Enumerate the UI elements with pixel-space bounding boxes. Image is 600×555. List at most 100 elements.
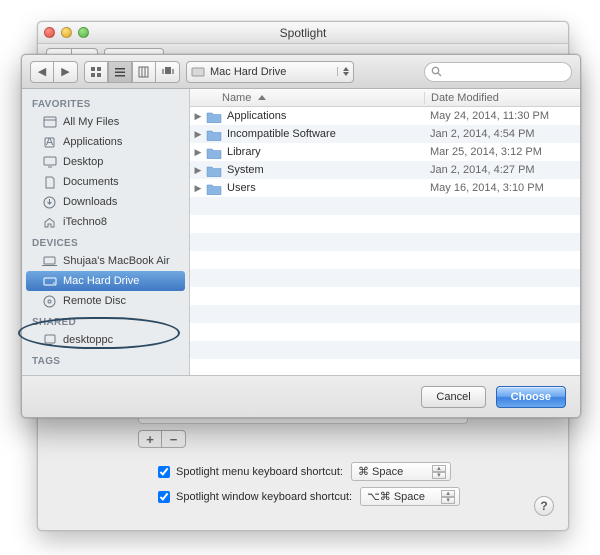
laptop-icon bbox=[42, 254, 57, 269]
sidebar-item-all-my-files[interactable]: All My Files bbox=[26, 112, 185, 132]
help-button[interactable]: ? bbox=[534, 496, 554, 516]
table-row[interactable]: ▶ UsersMay 16, 2014, 3:10 PM bbox=[190, 179, 580, 197]
file-date: May 16, 2014, 3:10 PM bbox=[424, 182, 580, 194]
table-row bbox=[190, 341, 580, 359]
remove-button[interactable]: − bbox=[162, 430, 186, 448]
table-row bbox=[190, 323, 580, 341]
search-input[interactable] bbox=[424, 62, 572, 82]
sidebar-header: FAVORITES bbox=[22, 93, 189, 112]
sidebar-header: DEVICES bbox=[22, 232, 189, 251]
file-date: Jan 2, 2014, 4:27 PM bbox=[424, 164, 580, 176]
disclosure-icon[interactable]: ▶ bbox=[190, 165, 206, 176]
shortcut-menu-checkbox[interactable] bbox=[158, 466, 170, 478]
folder-icon bbox=[206, 146, 222, 159]
back-button[interactable]: ◀ bbox=[30, 61, 54, 83]
table-row[interactable]: ▶ ApplicationsMay 24, 2014, 11:30 PM bbox=[190, 107, 580, 125]
disclosure-icon[interactable]: ▶ bbox=[190, 147, 206, 158]
sidebar: FAVORITESAll My Files A Applications Deskto… bbox=[22, 89, 190, 375]
downloads-icon bbox=[42, 195, 57, 210]
pc-icon bbox=[42, 333, 57, 348]
add-remove-seg: + − bbox=[138, 430, 538, 448]
sidebar-item-label: Applications bbox=[63, 136, 122, 148]
table-row bbox=[190, 251, 580, 269]
coverflow-view-button[interactable] bbox=[156, 61, 180, 83]
forward-button[interactable]: ▶ bbox=[54, 61, 78, 83]
file-date: May 24, 2014, 11:30 PM bbox=[424, 110, 580, 122]
all-files-icon bbox=[42, 115, 57, 130]
svg-text:A: A bbox=[46, 136, 54, 148]
sidebar-item-label: Mac Hard Drive bbox=[63, 275, 139, 287]
sidebar-item-mac-hard-drive[interactable]: Mac Hard Drive bbox=[26, 271, 185, 291]
shortcut-menu-field[interactable]: ⌘ Space ▴▾ bbox=[351, 462, 451, 481]
shortcut-window-field[interactable]: ⌥⌘ Space ▴▾ bbox=[360, 487, 460, 506]
shortcut-window-label: Spotlight window keyboard shortcut: bbox=[176, 491, 352, 503]
column-view-button[interactable] bbox=[132, 61, 156, 83]
sidebar-item-itechno8[interactable]: iTechno8 bbox=[26, 212, 185, 232]
table-row[interactable]: ▶ SystemJan 2, 2014, 4:27 PM bbox=[190, 161, 580, 179]
sidebar-item-label: Remote Disc bbox=[63, 295, 126, 307]
cancel-button[interactable]: Cancel bbox=[421, 386, 485, 408]
sidebar-item-documents[interactable]: Documents bbox=[26, 172, 185, 192]
stepper-icon: ▴▾ bbox=[441, 490, 455, 504]
sidebar-item-label: Shujaa's MacBook Air bbox=[63, 255, 170, 267]
shortcut-window-value: ⌥⌘ Space bbox=[367, 490, 425, 503]
sidebar-item-label: Documents bbox=[63, 176, 119, 188]
table-row bbox=[190, 359, 580, 375]
add-button[interactable]: + bbox=[138, 430, 162, 448]
table-row[interactable]: ▶Incompatible SoftwareJan 2, 2014, 4:54 … bbox=[190, 125, 580, 143]
column-date[interactable]: Date Modified bbox=[424, 92, 580, 104]
search-icon bbox=[431, 66, 442, 77]
choose-button[interactable]: Choose bbox=[496, 386, 566, 408]
sidebar-item-label: iTechno8 bbox=[63, 216, 107, 228]
folder-icon bbox=[206, 128, 222, 141]
table-row[interactable]: ▶LibraryMar 25, 2014, 3:12 PM bbox=[190, 143, 580, 161]
docs-icon bbox=[42, 175, 57, 190]
path-popup[interactable]: Mac Hard Drive bbox=[186, 61, 354, 83]
disclosure-icon[interactable]: ▶ bbox=[190, 129, 206, 140]
column-header: Name Date Modified bbox=[190, 89, 580, 107]
sidebar-header: TAGS bbox=[22, 350, 189, 369]
list-view-button[interactable] bbox=[108, 61, 132, 83]
columns-icon bbox=[138, 66, 150, 78]
disc-icon bbox=[42, 294, 57, 309]
shortcut-window-row: Spotlight window keyboard shortcut: ⌥⌘ S… bbox=[158, 487, 538, 506]
updown-icon bbox=[337, 67, 349, 76]
folder-icon bbox=[206, 110, 222, 123]
file-name: Users bbox=[227, 182, 424, 194]
disclosure-icon[interactable]: ▶ bbox=[190, 183, 206, 194]
file-list-pane: Name Date Modified ▶ ApplicationsMay 24, … bbox=[190, 89, 580, 375]
file-list: ▶ ApplicationsMay 24, 2014, 11:30 PM ▶ Inco… bbox=[190, 107, 580, 375]
grid-icon bbox=[90, 66, 102, 78]
prefs-title: Spotlight bbox=[38, 26, 568, 40]
sidebar-item-desktoppc[interactable]: desktoppc bbox=[26, 330, 185, 350]
coverflow-icon bbox=[161, 66, 175, 78]
hd-icon bbox=[42, 274, 57, 289]
shortcut-menu-label: Spotlight menu keyboard shortcut: bbox=[176, 466, 343, 478]
file-name: Incompatible Software bbox=[227, 128, 424, 140]
disclosure-icon[interactable]: ▶ bbox=[190, 111, 206, 122]
open-panel-footer: Cancel Choose bbox=[22, 375, 580, 417]
table-row bbox=[190, 287, 580, 305]
table-row bbox=[190, 215, 580, 233]
folder-icon bbox=[206, 164, 222, 177]
desktop-icon bbox=[42, 155, 57, 170]
table-row bbox=[190, 269, 580, 287]
hd-icon bbox=[191, 66, 205, 78]
sidebar-item-applications[interactable]: A Applications bbox=[26, 132, 185, 152]
apps-icon: A bbox=[42, 135, 57, 150]
stepper-icon: ▴▾ bbox=[432, 465, 446, 479]
sidebar-item-label: Downloads bbox=[63, 196, 117, 208]
shortcut-menu-value: ⌘ Space bbox=[358, 465, 403, 478]
file-name: System bbox=[227, 164, 424, 176]
sidebar-item-remote-disc[interactable]: Remote Disc bbox=[26, 291, 185, 311]
path-popup-label: Mac Hard Drive bbox=[210, 66, 286, 78]
sidebar-item-desktop[interactable]: Desktop bbox=[26, 152, 185, 172]
shortcut-window-checkbox[interactable] bbox=[158, 491, 170, 503]
sidebar-item-downloads[interactable]: Downloads bbox=[26, 192, 185, 212]
icon-view-button[interactable] bbox=[84, 61, 108, 83]
sidebar-item-shujaa-s-macbook-air[interactable]: Shujaa's MacBook Air bbox=[26, 251, 185, 271]
column-name[interactable]: Name bbox=[190, 92, 424, 104]
sidebar-header: SHARED bbox=[22, 311, 189, 330]
file-name: Applications bbox=[227, 110, 424, 122]
shortcut-menu-row: Spotlight menu keyboard shortcut: ⌘ Spac… bbox=[158, 462, 538, 481]
